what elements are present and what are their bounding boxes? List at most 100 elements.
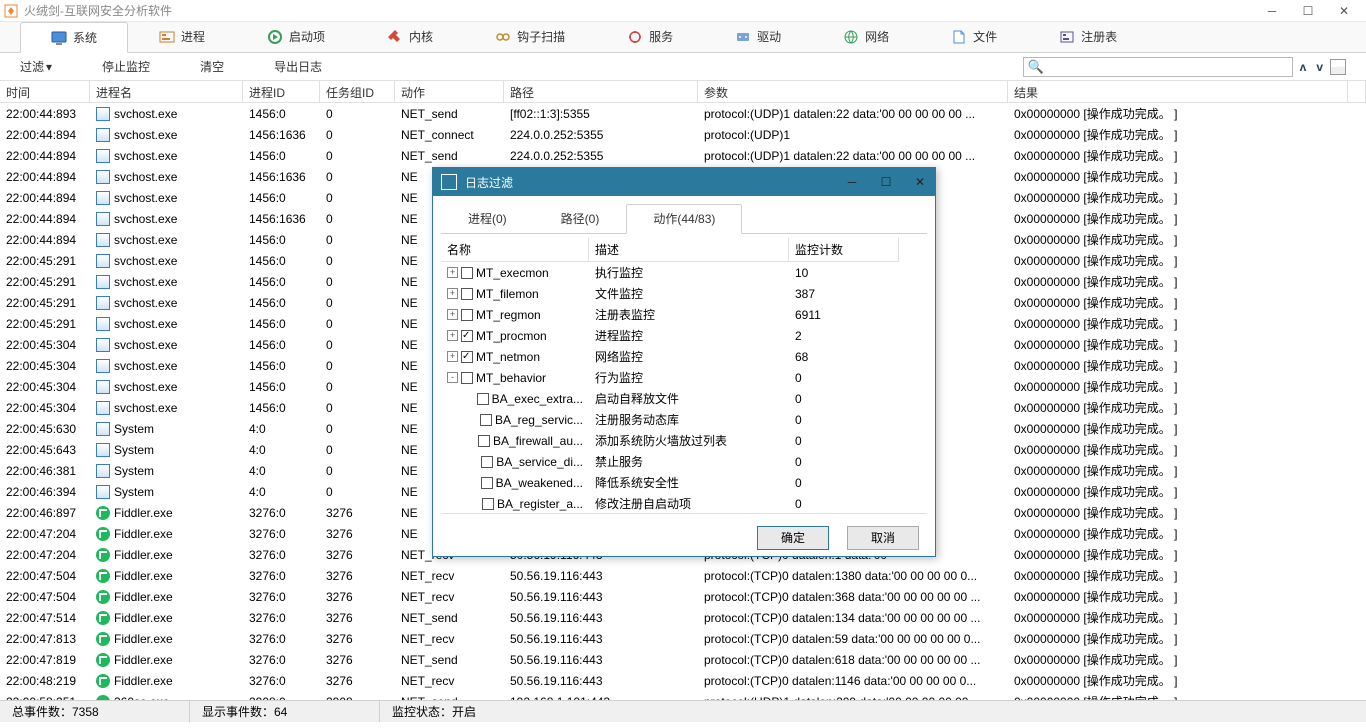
dialog-tab-process[interactable]: 进程(0) xyxy=(441,204,534,233)
dialog-list[interactable]: +MT_execmon执行监控10+MT_filemon文件监控387+MT_r… xyxy=(441,262,927,514)
tree-expand-icon[interactable]: + xyxy=(447,330,458,341)
checkbox[interactable] xyxy=(478,435,490,447)
cell-result: 0x00000000 [操作成功完成。 ] xyxy=(1008,399,1366,416)
tree-expand-icon[interactable]: + xyxy=(447,267,458,278)
stop-monitor-button[interactable]: 停止监控 xyxy=(102,58,150,75)
process-icon xyxy=(96,170,110,184)
filter-item-row[interactable]: +MT_filemon文件监控387 xyxy=(441,283,927,304)
col-process[interactable]: 进程名 xyxy=(90,81,243,102)
search-up-button[interactable]: ʌ xyxy=(1297,60,1310,74)
filter-item-row[interactable]: -MT_behavior行为监控0 xyxy=(441,367,927,388)
cell-time: 22:00:44:894 xyxy=(0,233,90,247)
filter-item-row[interactable]: +MT_procmon进程监控2 xyxy=(441,325,927,346)
ok-button[interactable]: 确定 xyxy=(757,526,829,550)
cancel-button[interactable]: 取消 xyxy=(847,526,919,550)
toggle-grid-button[interactable] xyxy=(1330,59,1346,75)
filter-item-row[interactable]: +MT_regmon注册表监控6911 xyxy=(441,304,927,325)
checkbox[interactable] xyxy=(480,414,492,426)
col-time[interactable]: 时间 xyxy=(0,81,90,102)
clear-button[interactable]: 清空 xyxy=(200,58,224,75)
filter-item-row[interactable]: BA_service_di...禁止服务0 xyxy=(441,451,927,472)
tab-process[interactable]: 进程 xyxy=(128,21,236,52)
filter-button[interactable]: 过滤 ▾ xyxy=(20,58,52,75)
tree-expand-icon[interactable]: + xyxy=(447,288,458,299)
tree-expand-icon[interactable]: + xyxy=(447,309,458,320)
cell-process: svchost.exe xyxy=(90,128,243,142)
log-row[interactable]: 22:00:47:819Fiddler.exe3276:03276NET_sen… xyxy=(0,649,1366,670)
col-action[interactable]: 动作 xyxy=(395,81,504,102)
tab-network[interactable]: 网络 xyxy=(812,21,920,52)
filter-item-row[interactable]: BA_firewall_au...添加系统防火墙放过列表0 xyxy=(441,430,927,451)
log-row[interactable]: 22:00:47:813Fiddler.exe3276:03276NET_rec… xyxy=(0,628,1366,649)
filter-item-row[interactable]: +MT_netmon网络监控68 xyxy=(441,346,927,367)
cell-pid: 1456:0 xyxy=(243,149,320,163)
tab-service[interactable]: 服务 xyxy=(596,21,704,52)
cell-result: 0x00000000 [操作成功完成。 ] xyxy=(1008,315,1366,332)
dialog-tab-path[interactable]: 路径(0) xyxy=(534,204,627,233)
checkbox[interactable] xyxy=(482,498,494,510)
cell-pid: 4:0 xyxy=(243,422,320,436)
cell-result: 0x00000000 [操作成功完成。 ] xyxy=(1008,462,1366,479)
tree-expand-icon[interactable]: + xyxy=(447,351,458,362)
col-pid[interactable]: 进程ID xyxy=(243,81,320,102)
tab-file[interactable]: 文件 xyxy=(920,21,1028,52)
tab-hook[interactable]: 钩子扫描 xyxy=(464,21,596,52)
filter-item-row[interactable]: BA_register_a...修改注册自启动项0 xyxy=(441,493,927,514)
tab-kernel[interactable]: 内核 xyxy=(356,21,464,52)
tab-registry[interactable]: 注册表 xyxy=(1028,21,1148,52)
dialog-tab-action[interactable]: 动作(44/83) xyxy=(626,204,742,234)
dialog-minimize[interactable]: ─ xyxy=(845,175,859,189)
log-row[interactable]: 22:00:44:893svchost.exe1456:00NET_send[f… xyxy=(0,103,1366,124)
checkbox[interactable] xyxy=(461,330,473,342)
col-param[interactable]: 参数 xyxy=(698,81,1008,102)
dialog-maximize[interactable]: ☐ xyxy=(879,175,893,189)
maximize-button[interactable]: ☐ xyxy=(1302,4,1314,18)
filter-item-row[interactable]: +MT_execmon执行监控10 xyxy=(441,262,927,283)
filter-count: 0 xyxy=(789,476,899,490)
filter-name: BA_reg_servic... xyxy=(495,413,583,427)
checkbox[interactable] xyxy=(461,372,473,384)
col-path[interactable]: 路径 xyxy=(504,81,698,102)
log-row[interactable]: 22:00:48:219Fiddler.exe3276:03276NET_rec… xyxy=(0,670,1366,691)
log-row[interactable]: 22:00:58:251360se.exe2908:02908NET_send1… xyxy=(0,691,1366,700)
tab-driver[interactable]: 驱动 xyxy=(704,21,812,52)
process-icon xyxy=(96,128,110,142)
search-down-button[interactable]: v xyxy=(1313,60,1326,74)
col-result[interactable]: 结果 xyxy=(1008,81,1348,102)
cell-pid: 1456:0 xyxy=(243,296,320,310)
minimize-button[interactable]: ─ xyxy=(1266,4,1278,18)
tab-system[interactable]: 系统 xyxy=(20,22,128,53)
filter-item-row[interactable]: BA_exec_extra...启动自释放文件0 xyxy=(441,388,927,409)
cell-time: 22:00:47:813 xyxy=(0,632,90,646)
filter-desc: 修改注册自启动项 xyxy=(589,495,789,512)
checkbox[interactable] xyxy=(461,267,473,279)
cell-pid: 4:0 xyxy=(243,485,320,499)
dialog-close[interactable]: ✕ xyxy=(913,175,927,189)
checkbox[interactable] xyxy=(481,456,493,468)
checkbox[interactable] xyxy=(461,309,473,321)
checkbox[interactable] xyxy=(477,393,489,405)
cell-process: Fiddler.exe xyxy=(90,674,243,688)
dialog-col-count[interactable]: 监控计数 xyxy=(789,238,899,262)
filter-item-row[interactable]: BA_weakened...降低系统安全性0 xyxy=(441,472,927,493)
filter-item-row[interactable]: BA_reg_servic...注册服务动态库0 xyxy=(441,409,927,430)
close-button[interactable]: ✕ xyxy=(1338,4,1350,18)
tab-startup[interactable]: 启动项 xyxy=(236,21,356,52)
col-task[interactable]: 任务组ID xyxy=(320,81,395,102)
search-input[interactable]: 🔍 xyxy=(1023,57,1293,77)
checkbox[interactable] xyxy=(461,288,473,300)
log-row[interactable]: 22:00:44:894svchost.exe1456:16360NET_con… xyxy=(0,124,1366,145)
checkbox[interactable] xyxy=(481,477,493,489)
log-row[interactable]: 22:00:47:504Fiddler.exe3276:03276NET_rec… xyxy=(0,586,1366,607)
dialog-col-desc[interactable]: 描述 xyxy=(589,238,789,262)
checkbox[interactable] xyxy=(461,351,473,363)
log-row[interactable]: 22:00:44:894svchost.exe1456:00NET_send22… xyxy=(0,145,1366,166)
log-row[interactable]: 22:00:47:514Fiddler.exe3276:03276NET_sen… xyxy=(0,607,1366,628)
cell-pid: 1456:1636 xyxy=(243,128,320,142)
dialog-titlebar[interactable]: 日志过滤 ─ ☐ ✕ xyxy=(433,168,935,196)
export-log-button[interactable]: 导出日志 xyxy=(274,58,322,75)
tree-expand-icon[interactable]: - xyxy=(447,372,458,383)
dialog-col-name[interactable]: 名称 xyxy=(441,238,589,262)
log-row[interactable]: 22:00:47:504Fiddler.exe3276:03276NET_rec… xyxy=(0,565,1366,586)
cell-process: Fiddler.exe xyxy=(90,527,243,541)
